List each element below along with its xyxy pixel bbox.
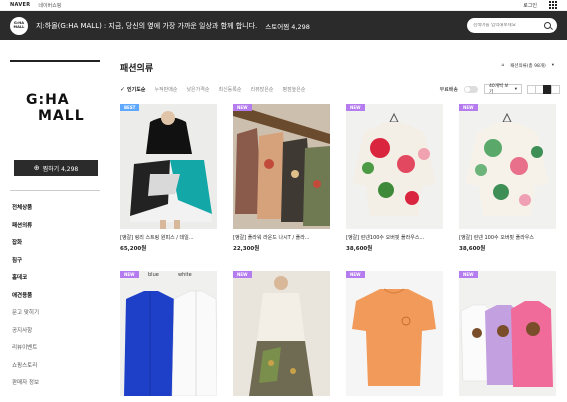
product-price: 38,600원 [346,246,373,252]
store-title[interactable]: 지:하몰(G:HA MALL) [36,21,102,31]
free-shipping-toggle[interactable] [464,85,478,93]
home-icon[interactable]: ⌂ [501,63,504,69]
product-name[interactable]: [앵갈] 링리 스트링 원피스 / 데일... [120,234,217,241]
new-badge: NEW [346,271,365,278]
product-list-area: 패션의류 ⌂ 패션의류(총 98개) ▾ ✓ 인기도순 누적판매순 낮은가격순 … [120,40,560,402]
menu-item[interactable]: 잡화 [12,235,39,253]
product-image[interactable] [459,271,556,396]
sort-options: ✓ 인기도순 누적판매순 낮은가격순 최신등록순 리뷰많은순 평점높은순 무료배… [120,83,560,95]
color-label-blue: blue [148,272,159,278]
naver-logo[interactable]: NAVER [10,2,30,8]
new-badge: NEW [233,104,252,111]
new-badge: NEW [346,104,365,111]
menu-item[interactable]: 홈데코 [12,270,39,288]
sort-option[interactable]: 낮은가격순 [186,86,209,93]
product-image[interactable] [346,104,443,229]
menu-item[interactable]: 침구 [12,253,39,271]
best-badge: BEST [120,104,140,111]
sort-option[interactable]: 평점높은순 [283,86,306,93]
menu-item[interactable]: 문고 맞히기 [12,305,39,323]
naver-shopping-link[interactable]: 네이버쇼핑 [38,2,61,9]
product-image[interactable] [233,104,330,229]
menu-item[interactable]: 패션의류 [12,218,39,236]
menu-item[interactable]: 리뷰이벤트 [12,340,39,358]
product-image[interactable] [459,104,556,229]
menu-item[interactable]: 쇼핑스토리 [12,358,39,376]
product-image[interactable] [120,104,217,229]
category-menu: 전체상품 패션의류 잡화 침구 홈데코 애견용품 문고 맞히기 공지사항 리뷰이… [12,200,39,393]
top-bar: NAVER 네이버쇼핑 로그인 [0,0,567,11]
product-price: 38,600원 [459,246,486,252]
product-image[interactable] [346,271,443,396]
new-badge: NEW [120,271,139,278]
apps-grid-icon[interactable] [549,1,557,9]
new-badge: NEW [233,271,252,278]
product-name[interactable]: [앵갈] 플라워 라운드 나시T / 플라... [233,234,330,241]
new-badge: NEW [459,271,478,278]
store-search[interactable] [467,18,557,33]
chevron-down-icon: ▾ [514,86,517,92]
store-tagline: : 지금, 당신의 옆에 가장 가까운 일상과 함께 합니다. [103,21,258,30]
new-badge: NEW [459,104,478,111]
brand-logo[interactable]: G:HA MALL [26,92,85,124]
product-image[interactable] [120,271,217,396]
add-follow-icon: ⊕ [33,164,40,172]
product-price: 65,200원 [120,246,147,252]
per-page-select[interactable]: 40개씩 보기 ▾ [484,84,522,95]
page-title: 패션의류 [120,64,154,74]
product-name[interactable]: [앵갈] 린넨 100수 오버핏 플라우스 [459,234,556,241]
product-price: 22,300원 [233,246,260,252]
store-zzim-count: 스토어찜 4,298 [265,22,310,31]
store-header: G:HA MALL 지:하몰(G:HA MALL) : 지금, 당신의 옆에 가… [0,11,567,40]
store-logo[interactable]: G:HA MALL [10,16,28,35]
color-label-white: white [178,272,192,278]
sort-option[interactable]: 인기도순 [127,86,145,93]
sidebar: G:HA MALL ⊕ 찜하기 4,298 전체상품 패션의류 잡화 침구 홈데… [10,40,102,402]
view-mode-buttons [527,84,560,94]
follow-button[interactable]: ⊕ 찜하기 4,298 [14,160,98,176]
chevron-down-icon: ▾ [551,63,554,68]
sidebar-divider [10,190,100,191]
login-link[interactable]: 로그인 [523,2,537,9]
product-name[interactable]: [앵갈] 린넨100수 오버핏 플라우스... [346,234,443,241]
sort-option[interactable]: 최신등록순 [218,86,241,93]
sort-option[interactable]: 리뷰많은순 [250,86,273,93]
menu-item[interactable]: 공지사항 [12,323,39,341]
category-select[interactable]: ⌂ 패션의류(총 98개) ▾ [501,63,554,69]
search-icon[interactable] [544,22,551,29]
sidebar-divider [10,60,100,62]
check-icon: ✓ [120,85,126,93]
menu-item[interactable]: 전체상품 [12,200,39,218]
menu-item[interactable]: 판매자 정보 [12,375,39,393]
grid-5-view-icon[interactable] [551,84,560,94]
sort-option[interactable]: 누적판매순 [154,86,177,93]
menu-item[interactable]: 애견용품 [12,288,39,306]
product-image[interactable] [233,271,330,396]
search-input[interactable] [473,23,543,28]
free-shipping-label: 무료배송 [439,86,458,93]
